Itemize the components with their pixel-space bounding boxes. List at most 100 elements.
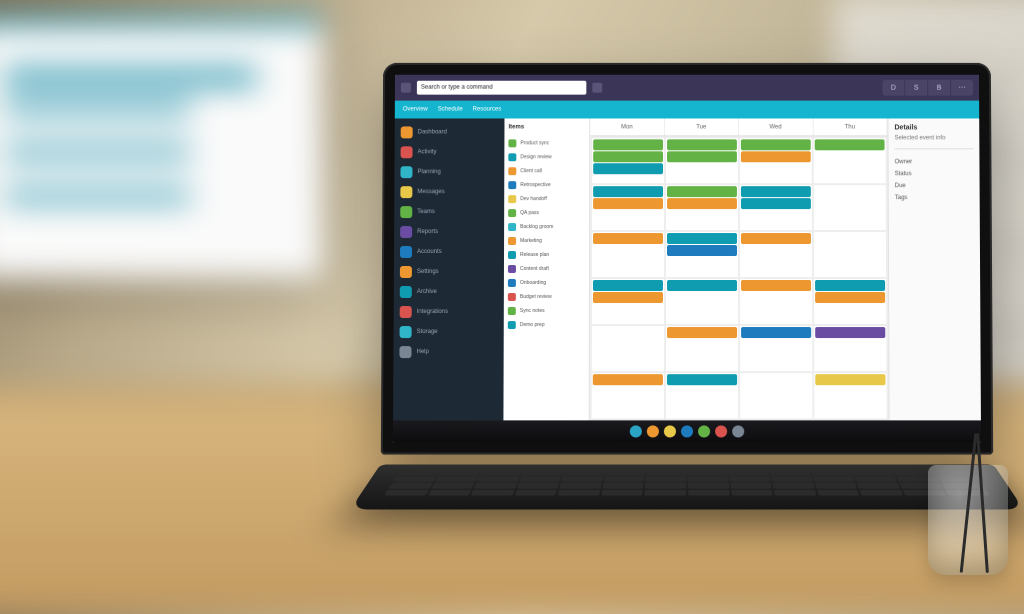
calendar-cell[interactable] xyxy=(666,185,738,230)
calendar-event[interactable] xyxy=(593,280,663,291)
calendar-event[interactable] xyxy=(667,233,737,244)
calendar-cell[interactable] xyxy=(666,138,738,183)
sidebar-item[interactable]: Teams xyxy=(394,202,504,222)
filter-tab[interactable]: Resources xyxy=(473,107,502,113)
calendar-cell[interactable] xyxy=(740,326,812,371)
calendar-event[interactable] xyxy=(593,186,663,197)
browser-icon[interactable] xyxy=(647,425,659,437)
list-item[interactable]: Design review xyxy=(508,150,585,164)
calendar-event[interactable] xyxy=(593,163,663,174)
calendar-cell[interactable] xyxy=(592,138,664,183)
calendar-event[interactable] xyxy=(667,139,737,150)
list-item[interactable]: Budget review xyxy=(508,290,585,304)
sidebar-label: Integrations xyxy=(417,309,448,315)
calendar-cell[interactable] xyxy=(814,232,886,277)
calendar-cell[interactable] xyxy=(592,373,664,418)
sidebar-item[interactable]: Dashboard xyxy=(395,122,505,142)
calendar-cell[interactable] xyxy=(592,232,664,277)
list-item[interactable]: Dev handoff xyxy=(508,192,585,206)
list-item[interactable]: Sync notes xyxy=(508,304,585,318)
list-item[interactable]: Retrospective xyxy=(508,178,585,192)
calendar-event[interactable] xyxy=(741,151,811,162)
start-icon[interactable] xyxy=(630,425,642,437)
window-tab[interactable]: S xyxy=(905,80,927,96)
calendar-cell[interactable] xyxy=(666,279,738,324)
color-swatch xyxy=(508,251,516,259)
window-tab[interactable]: B xyxy=(928,80,950,96)
calendar-cell[interactable] xyxy=(814,326,886,371)
files-icon[interactable] xyxy=(664,425,676,437)
sidebar-item[interactable]: Archive xyxy=(394,282,504,302)
calendar-cell[interactable] xyxy=(592,326,664,371)
calendar-event[interactable] xyxy=(815,327,885,338)
calendar-event[interactable] xyxy=(667,198,737,209)
list-item[interactable]: Backlog groom xyxy=(508,220,585,234)
sidebar-item[interactable]: Activity xyxy=(395,142,505,162)
menu-icon[interactable] xyxy=(401,83,411,93)
sidebar-item[interactable]: Messages xyxy=(394,182,504,202)
calendar-event[interactable] xyxy=(741,139,811,150)
sidebar-label: Messages xyxy=(417,189,444,195)
calendar-cell[interactable] xyxy=(740,232,812,277)
list-item[interactable]: Content draft xyxy=(508,262,585,276)
calendar-cell[interactable] xyxy=(814,138,886,183)
calendar-event[interactable] xyxy=(667,245,737,256)
calendar-event[interactable] xyxy=(667,327,737,338)
calendar-event[interactable] xyxy=(741,198,811,209)
list-item[interactable]: Product sync xyxy=(508,136,585,150)
calendar-cell[interactable] xyxy=(740,185,812,230)
calendar-cell[interactable] xyxy=(740,138,812,183)
window-tab[interactable]: D xyxy=(882,80,904,96)
chat-icon[interactable] xyxy=(698,425,710,437)
list-item[interactable]: Client call xyxy=(508,164,585,178)
calendar-event[interactable] xyxy=(667,374,737,385)
list-item[interactable]: Marketing xyxy=(508,234,585,248)
calendar-event[interactable] xyxy=(667,151,737,162)
calendar-event[interactable] xyxy=(815,374,885,385)
more-icon[interactable] xyxy=(732,425,744,437)
calendar-event[interactable] xyxy=(593,139,663,150)
calendar-event[interactable] xyxy=(593,292,663,303)
calendar-event[interactable] xyxy=(815,139,885,150)
search-icon[interactable] xyxy=(592,83,602,93)
calendar-event[interactable] xyxy=(741,186,811,197)
list-item[interactable]: Release plan xyxy=(508,248,585,262)
sidebar-item[interactable]: Integrations xyxy=(394,302,504,322)
filter-tab[interactable]: Schedule xyxy=(438,107,463,113)
calendar-cell[interactable] xyxy=(666,326,738,371)
calendar-event[interactable] xyxy=(741,327,811,338)
mail-icon[interactable] xyxy=(681,425,693,437)
calendar-event[interactable] xyxy=(593,198,663,209)
list-item[interactable]: Demo prep xyxy=(508,318,585,332)
calendar-event[interactable] xyxy=(815,292,885,303)
list-item[interactable]: Onboarding xyxy=(508,276,585,290)
address-bar[interactable]: Search or type a command xyxy=(417,81,586,95)
calendar-event[interactable] xyxy=(667,280,737,291)
sidebar-item[interactable]: Planning xyxy=(394,162,504,182)
calendar-cell[interactable] xyxy=(666,232,738,277)
filter-tab[interactable]: Overview xyxy=(403,107,428,113)
sidebar-item[interactable]: Storage xyxy=(394,322,504,342)
calendar-event[interactable] xyxy=(667,186,737,197)
calendar-event[interactable] xyxy=(741,280,811,291)
calendar-cell[interactable] xyxy=(592,279,664,324)
calendar-cell[interactable] xyxy=(814,373,886,418)
calendar-cell[interactable] xyxy=(814,279,886,324)
sidebar-item[interactable]: Accounts xyxy=(394,242,504,262)
calendar-event[interactable] xyxy=(741,233,811,244)
calendar-event[interactable] xyxy=(593,233,663,244)
store-icon[interactable] xyxy=(715,425,727,437)
calendar-cell[interactable] xyxy=(814,185,886,230)
calendar-cell[interactable] xyxy=(740,279,812,324)
calendar-cell[interactable] xyxy=(740,373,812,418)
window-tab[interactable]: ⋯ xyxy=(951,80,973,96)
calendar-cell[interactable] xyxy=(592,185,664,230)
calendar-event[interactable] xyxy=(593,151,663,162)
sidebar-item[interactable]: Help xyxy=(393,342,503,362)
list-item[interactable]: QA pass xyxy=(508,206,585,220)
calendar-event[interactable] xyxy=(593,374,663,385)
sidebar-item[interactable]: Reports xyxy=(394,222,504,242)
calendar-cell[interactable] xyxy=(666,373,738,418)
sidebar-item[interactable]: Settings xyxy=(394,262,504,282)
calendar-event[interactable] xyxy=(815,280,885,291)
